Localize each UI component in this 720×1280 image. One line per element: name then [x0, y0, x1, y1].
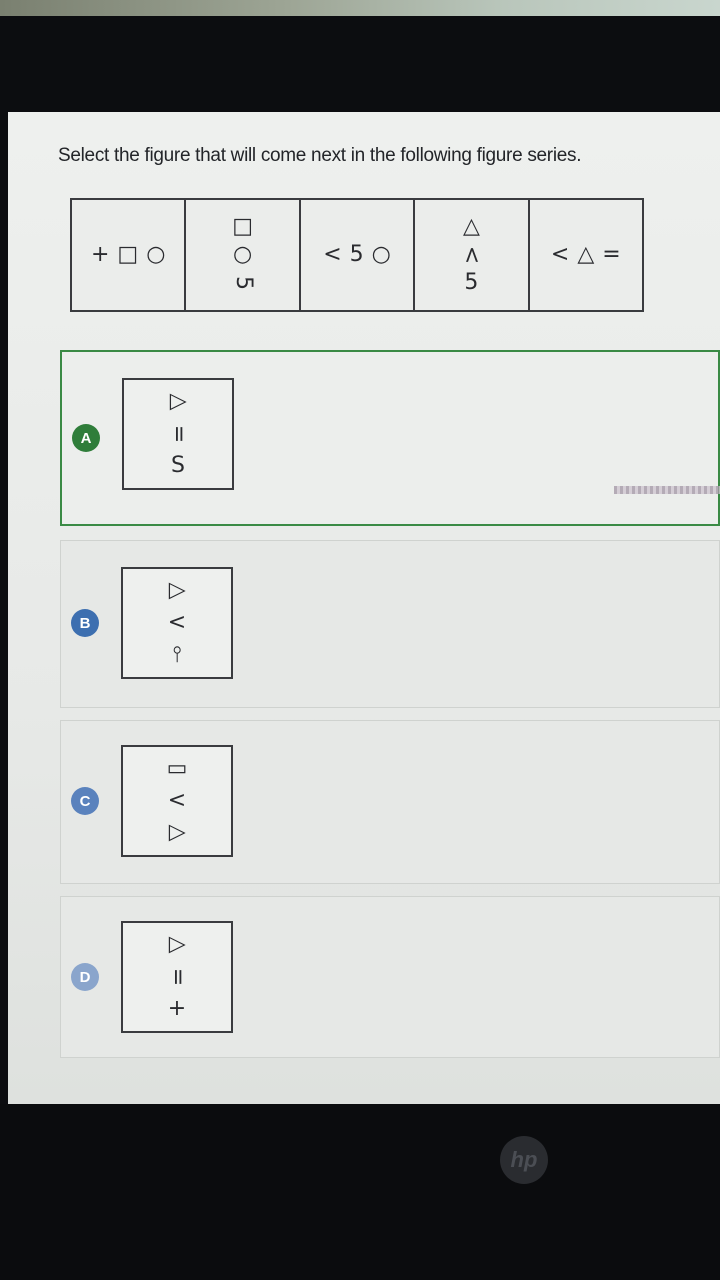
series-4-symbol-3: 5 [464, 270, 479, 295]
series-cell-3: < 5 ○ [301, 200, 416, 310]
option-c[interactable]: C ▭ < △ [60, 720, 720, 884]
series-cell-4: △ < 5 [415, 200, 530, 310]
series-5-symbol-1: < [550, 242, 570, 267]
series-1-symbol-3: ○ [146, 242, 166, 267]
series-2-symbol-1: □ [232, 214, 253, 239]
option-c-figure: ▭ < △ [121, 745, 233, 857]
option-d-badge: D [71, 963, 99, 991]
series-4-symbol-1: △ [462, 214, 480, 239]
option-b[interactable]: B △ < ⫯ [60, 540, 720, 708]
option-a-badge: A [72, 424, 100, 452]
option-a-symbol-3: S [171, 453, 185, 478]
hp-logo: hp [500, 1136, 548, 1184]
series-3-symbol-2: 5 [349, 242, 364, 267]
option-d-symbol-3: + [167, 996, 187, 1021]
series-3-symbol-1: < [323, 242, 342, 267]
series-5-symbol-3: = [602, 242, 621, 267]
figure-series: + □ ○ □ ○ 5 < 5 ○ △ < 5 < △ = [70, 198, 644, 312]
option-d-symbol-1: △ [164, 936, 190, 954]
series-4-symbol-2: < [459, 245, 485, 265]
series-cell-5: < △ = [530, 200, 642, 310]
option-b-figure: △ < ⫯ [121, 567, 233, 679]
series-2-symbol-2: ○ [233, 242, 253, 267]
option-c-symbol-1: ▭ [166, 756, 188, 781]
option-b-symbol-3: ⫯ [172, 642, 182, 667]
option-a-figure: △ = S [122, 378, 234, 490]
series-2-symbol-3: 5 [230, 276, 256, 290]
option-a-symbol-2: = [166, 424, 191, 444]
series-1-symbol-2: □ [117, 242, 139, 267]
monitor-bezel-top [0, 0, 720, 16]
option-d-figure: △ = + [121, 921, 233, 1033]
option-b-symbol-2: < [167, 610, 187, 635]
series-cell-1: + □ ○ [72, 200, 187, 310]
option-d-symbol-2: = [165, 967, 190, 987]
series-1-symbol-1: + [90, 242, 110, 267]
option-c-badge: C [71, 787, 99, 815]
series-3-symbol-3: ○ [371, 242, 391, 267]
monitor-bezel-bottom [0, 1104, 720, 1280]
question-title: Select the figure that will come next in… [58, 145, 582, 166]
option-b-symbol-1: △ [164, 582, 190, 600]
option-a-symbol-1: △ [165, 393, 191, 411]
option-b-badge: B [71, 609, 99, 637]
series-cell-2: □ ○ 5 [186, 200, 301, 310]
screen-smudge [614, 486, 720, 494]
option-a[interactable]: A △ = S [60, 350, 720, 526]
option-c-symbol-2: < [167, 788, 187, 813]
option-c-symbol-3: △ [164, 824, 190, 842]
option-d[interactable]: D △ = + [60, 896, 720, 1058]
series-5-symbol-2: △ [577, 242, 595, 267]
